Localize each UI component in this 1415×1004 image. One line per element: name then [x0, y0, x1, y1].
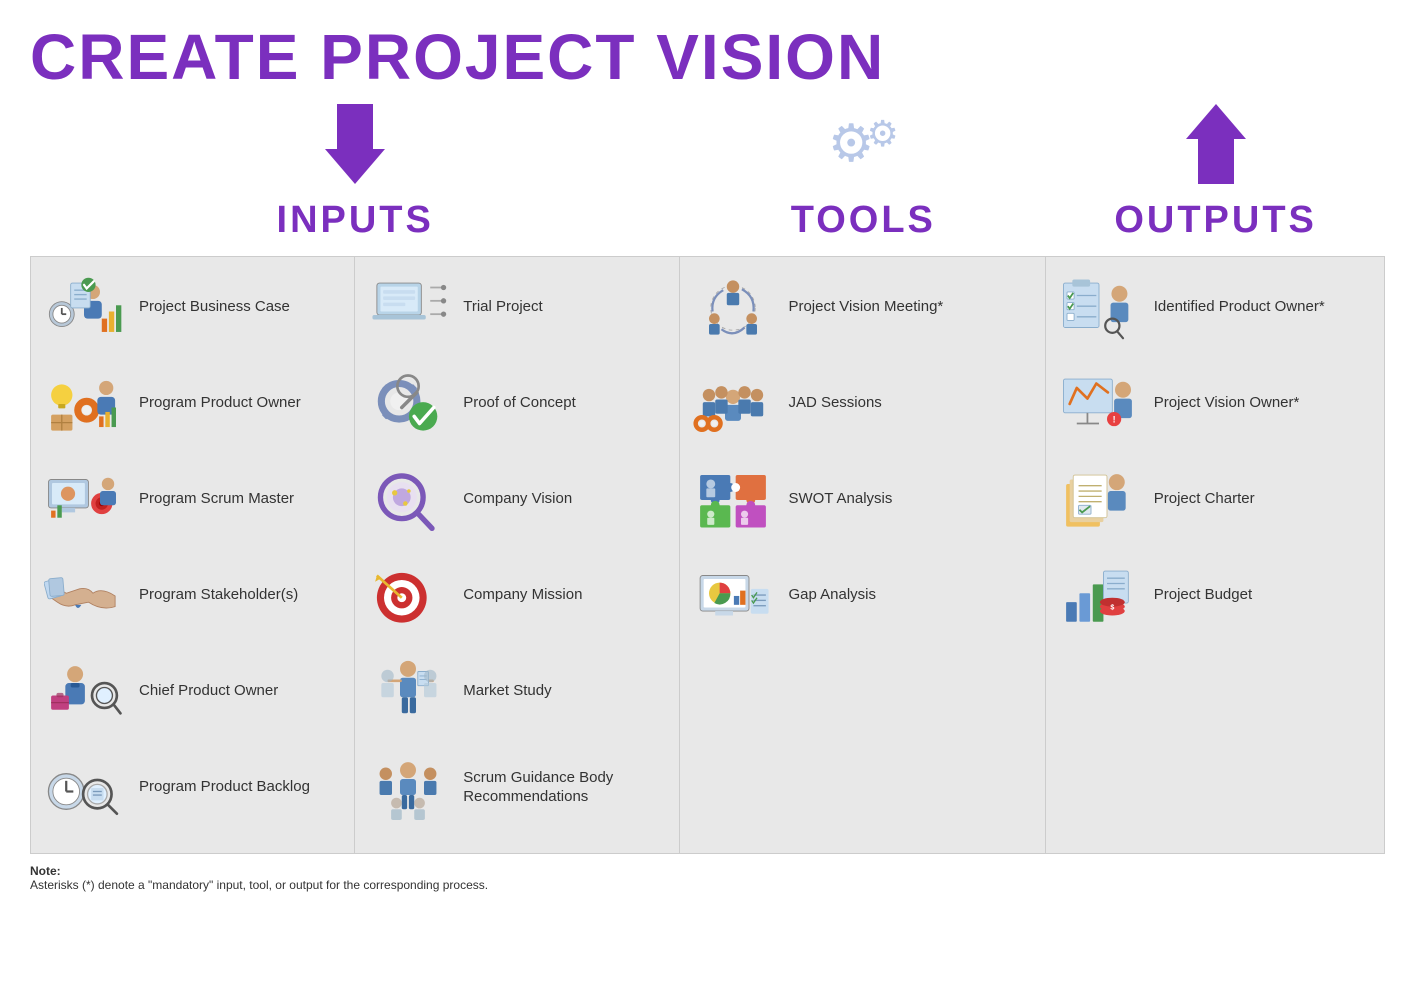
svg-text:!: ! [1112, 414, 1115, 424]
inputs-col2: Trial Project [355, 257, 679, 853]
down-arrow-icon [325, 104, 385, 184]
program-scrum-master-icon [39, 462, 129, 537]
inputs-header: INPUTS [30, 189, 680, 252]
market-study-icon [363, 654, 453, 729]
chief-product-owner-icon [39, 654, 129, 729]
proof-of-concept-icon [363, 366, 453, 441]
swot-analysis-label: SWOT Analysis [788, 489, 892, 509]
list-item: Chief Product Owner [39, 651, 346, 731]
list-item: Company Vision [363, 459, 671, 539]
list-item: Project Business Case [39, 267, 346, 347]
identified-product-owner-icon [1054, 270, 1144, 345]
list-item: ! Project Vision Owner* [1054, 363, 1376, 443]
list-item: Project Charter [1054, 459, 1376, 539]
proof-of-concept-label: Proof of Concept [463, 393, 576, 413]
company-vision-label: Company Vision [463, 489, 572, 509]
trial-project-icon [363, 270, 453, 345]
scrum-guidance-label: Scrum Guidance Body Recommendations [463, 768, 671, 807]
project-business-case-icon [39, 270, 129, 345]
gap-analysis-icon [688, 558, 778, 633]
headers-row: INPUTS TOOLS OUTPUTS [30, 189, 1385, 252]
list-item: Project Vision Meeting* [688, 267, 1036, 347]
project-vision-meeting-label: Project Vision Meeting* [788, 297, 943, 317]
inputs-label: INPUTS [277, 199, 434, 242]
list-item: Identified Product Owner* [1054, 267, 1376, 347]
project-budget-icon: $ [1054, 558, 1144, 633]
company-mission-label: Company Mission [463, 585, 582, 605]
main-grid: Project Business Case [30, 256, 1385, 854]
list-item: Company Mission [363, 555, 671, 635]
scrum-guidance-icon [363, 750, 453, 825]
list-item: SWOT Analysis [688, 459, 1036, 539]
list-item: Scrum Guidance Body Recommendations [363, 747, 671, 827]
list-item: Program Product Backlog [39, 747, 346, 827]
project-charter-icon [1054, 462, 1144, 537]
jad-sessions-icon [688, 366, 778, 441]
gap-analysis-label: Gap Analysis [788, 585, 876, 605]
project-business-case-label: Project Business Case [139, 297, 290, 317]
program-scrum-master-label: Program Scrum Master [139, 489, 294, 509]
gear-icon-small: ⚙ [866, 116, 898, 152]
tools-header: TOOLS [680, 189, 1046, 252]
inputs-col1: Project Business Case [31, 257, 355, 853]
chief-product-owner-label: Chief Product Owner [139, 681, 278, 701]
list-item: Program Product Owner [39, 363, 346, 443]
inputs-section: Project Business Case [31, 257, 680, 853]
project-vision-owner-label: Project Vision Owner* [1154, 393, 1300, 413]
list-item: JAD Sessions [688, 363, 1036, 443]
project-vision-meeting-icon [688, 270, 778, 345]
list-item: Gap Analysis [688, 555, 1036, 635]
note-text: Asterisks (*) denote a "mandatory" input… [30, 878, 488, 892]
program-product-backlog-label: Program Product Backlog [139, 777, 310, 797]
program-product-owner-label: Program Product Owner [139, 393, 301, 413]
page-title: CREATE PROJECT VISION [30, 20, 1385, 94]
list-item: Program Stakeholder(s) [39, 555, 346, 635]
swot-analysis-icon [688, 462, 778, 537]
up-arrow-icon [1186, 104, 1246, 184]
outputs-section: Identified Product Owner* ! [1046, 257, 1384, 853]
tools-gears: ⚙ ⚙ [680, 104, 1046, 184]
program-stakeholders-label: Program Stakeholder(s) [139, 585, 298, 605]
jad-sessions-label: JAD Sessions [788, 393, 881, 413]
project-budget-label: Project Budget [1154, 585, 1252, 605]
company-vision-icon [363, 462, 453, 537]
arrows-row: ⚙ ⚙ [30, 104, 1385, 184]
project-vision-owner-icon: ! [1054, 366, 1144, 441]
program-product-backlog-icon [39, 750, 129, 825]
program-stakeholders-icon [39, 558, 129, 633]
identified-product-owner-label: Identified Product Owner* [1154, 297, 1325, 317]
program-product-owner-icon [39, 366, 129, 441]
project-charter-label: Project Charter [1154, 489, 1255, 509]
list-item: $ Project Budget [1054, 555, 1376, 635]
svg-text:$: $ [1110, 603, 1114, 611]
tools-section: Project Vision Meeting* [680, 257, 1045, 853]
company-mission-icon [363, 558, 453, 633]
note-section: Note: Asterisks (*) denote a "mandatory"… [30, 864, 1385, 892]
list-item: Market Study [363, 651, 671, 731]
market-study-label: Market Study [463, 681, 551, 701]
inputs-arrow [30, 104, 680, 184]
outputs-label: OUTPUTS [1114, 199, 1317, 242]
outputs-header: OUTPUTS [1046, 189, 1385, 252]
trial-project-label: Trial Project [463, 297, 542, 317]
list-item: Program Scrum Master [39, 459, 346, 539]
list-item: Trial Project [363, 267, 671, 347]
tools-label: TOOLS [791, 199, 936, 242]
outputs-arrow [1046, 104, 1385, 184]
list-item: Proof of Concept [363, 363, 671, 443]
note-title: Note: [30, 864, 61, 878]
